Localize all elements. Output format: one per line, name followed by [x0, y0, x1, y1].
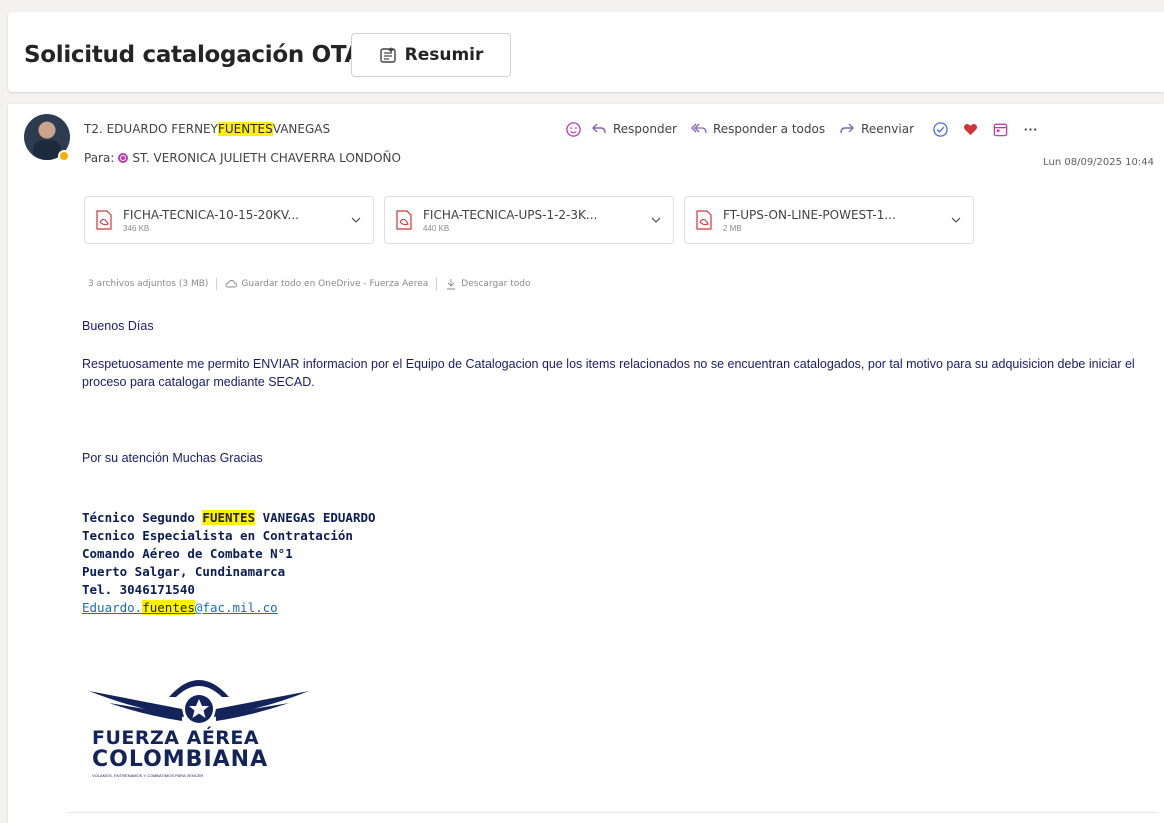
- message-body: Buenos Días Respetuosamente me permito E…: [82, 319, 1142, 617]
- forward-label: Reenviar: [861, 122, 915, 136]
- email-prefix: Eduardo.: [82, 600, 143, 615]
- signature: Técnico Segundo FUENTES VANEGAS EDUARDO …: [82, 509, 1142, 617]
- reply-all-label: Responder a todos: [712, 122, 826, 136]
- download-all-button[interactable]: Descargar todo: [445, 278, 531, 290]
- signature-name-suffix: VANEGAS EDUARDO: [255, 510, 376, 525]
- thanks-line: Por su atención Muchas Gracias: [82, 451, 263, 465]
- cloud-icon: [225, 280, 238, 288]
- signature-title: Tecnico Especialista en Contratación: [82, 528, 353, 543]
- download-icon: [447, 279, 456, 290]
- reply-label: Responder: [613, 122, 677, 136]
- heart-icon: [963, 123, 977, 135]
- chevron-down-icon[interactable]: [349, 213, 363, 227]
- attachment-size: 440 KB: [423, 223, 450, 233]
- reply-button[interactable]: Responder: [591, 121, 677, 137]
- signature-unit: Comando Aéreo de Combate N°1: [82, 546, 293, 561]
- message-actions: Responder Responder a todos Reenviar: [561, 116, 1048, 142]
- signature-location: Puerto Salgar, Cundinamarca: [82, 564, 286, 579]
- attachment-name: FICHA-TECNICA-10-15-20KV...: [123, 207, 299, 222]
- reply-icon: [592, 123, 606, 134]
- sender-name-suffix: VANEGAS: [272, 122, 331, 136]
- signature-name: Técnico Segundo FUENTES VANEGAS EDUARDO: [82, 509, 1142, 527]
- signature-name-prefix: Técnico Segundo: [82, 510, 203, 525]
- attachment-card[interactable]: FT-UPS-ON-LINE-POWEST-1... 2 MB: [684, 196, 974, 244]
- attachment-card[interactable]: FICHA-TECNICA-UPS-1-2-3K... 440 KB: [384, 196, 674, 244]
- chevron-down-icon[interactable]: [649, 213, 663, 227]
- message-card: T2. EDUARDO FERNEYFUENTESVANEGAS Para: S…: [8, 104, 1164, 823]
- sender-name-prefix: T2. EDUARDO FERNEY: [84, 122, 218, 136]
- pdf-file-icon: [696, 210, 712, 230]
- calendar-button[interactable]: [988, 117, 1012, 141]
- to-label: Para:: [84, 151, 115, 165]
- loop-button[interactable]: [958, 117, 982, 141]
- fac-logo: FUERZA AÉREA COLOMBIANA VOLAMOS, ENTRENA…: [84, 669, 314, 799]
- emoji-reaction-button[interactable]: [561, 117, 585, 141]
- pdf-file-icon: [396, 210, 412, 230]
- body-paragraph: Respetuosamente me permito ENVIAR inform…: [82, 357, 1135, 389]
- attachment-size: 2 MB: [723, 223, 742, 233]
- divider: [436, 278, 438, 290]
- signature-email-link[interactable]: Eduardo.fuentes@fac.mil.co: [82, 600, 278, 615]
- smiley-icon: [565, 121, 581, 137]
- recipient-presence-icon: [118, 153, 129, 163]
- attachment-name: FT-UPS-ON-LINE-POWEST-1...: [723, 207, 896, 222]
- email-suffix: @fac.mil.co: [194, 600, 278, 615]
- fac-wings-emblem: [89, 680, 309, 723]
- forward-icon: [840, 123, 855, 134]
- more-actions-button[interactable]: [1018, 117, 1042, 141]
- signature-phone: Tel. 3046171540: [82, 582, 195, 597]
- divider: [68, 812, 1158, 813]
- recipient-name[interactable]: ST. VERONICA JULIETH CHAVERRA LONDOÑO: [132, 151, 401, 165]
- email-subject: Solicitud catalogación OTAN: [24, 42, 381, 68]
- sender-name-highlight: FUENTES: [217, 122, 273, 136]
- subject-header: Solicitud catalogación OTAN Resumir: [8, 12, 1164, 92]
- summarize-icon: [379, 47, 396, 63]
- calendar-icon: [993, 123, 1007, 136]
- greeting: Buenos Días: [82, 319, 154, 333]
- attachment-list: FICHA-TECNICA-10-15-20KV... 346 KB FICHA…: [84, 196, 974, 244]
- save-onedrive-button[interactable]: Guardar todo en OneDrive - Fuerza Aerea: [225, 278, 428, 290]
- logo-tagline: VOLAMOS, ENTRENAMOS Y COMBATIMOS PARA VE…: [92, 773, 204, 778]
- divider: [216, 278, 218, 290]
- sender-line[interactable]: T2. EDUARDO FERNEYFUENTESVANEGAS: [84, 122, 330, 136]
- pdf-file-icon: [96, 210, 112, 230]
- reply-all-button[interactable]: Responder a todos: [691, 121, 825, 137]
- signature-name-highlight: FUENTES: [202, 510, 256, 525]
- message-date: Lun 08/09/2025 10:44: [1043, 157, 1154, 168]
- attachment-card[interactable]: FICHA-TECNICA-10-15-20KV... 346 KB: [84, 196, 374, 244]
- chevron-down-icon[interactable]: [949, 213, 963, 227]
- email-highlight: fuentes: [142, 600, 195, 615]
- logo-line-2: COLOMBIANA: [92, 747, 269, 772]
- attachment-summary: 3 archivos adjuntos (3 MB): [88, 279, 209, 289]
- reply-all-icon: [691, 123, 707, 134]
- check-circle-icon: [932, 121, 948, 137]
- summarize-button[interactable]: Resumir: [351, 33, 511, 77]
- attachment-toolbar: 3 archivos adjuntos (3 MB) Guardar todo …: [88, 278, 531, 290]
- task-button[interactable]: [928, 117, 952, 141]
- presence-badge: [58, 150, 70, 162]
- recipient-line: Para: ST. VERONICA JULIETH CHAVERRA LOND…: [84, 151, 401, 165]
- forward-button[interactable]: Reenviar: [839, 121, 914, 137]
- more-icon: [1024, 127, 1036, 131]
- summarize-label: Resumir: [404, 45, 484, 65]
- logo-line-1: FUERZA AÉREA: [92, 727, 260, 749]
- download-all-label: Descargar todo: [461, 279, 531, 289]
- save-onedrive-label: Guardar todo en OneDrive - Fuerza Aerea: [241, 279, 429, 289]
- attachment-name: FICHA-TECNICA-UPS-1-2-3K...: [423, 207, 598, 222]
- attachment-size: 346 KB: [123, 223, 150, 233]
